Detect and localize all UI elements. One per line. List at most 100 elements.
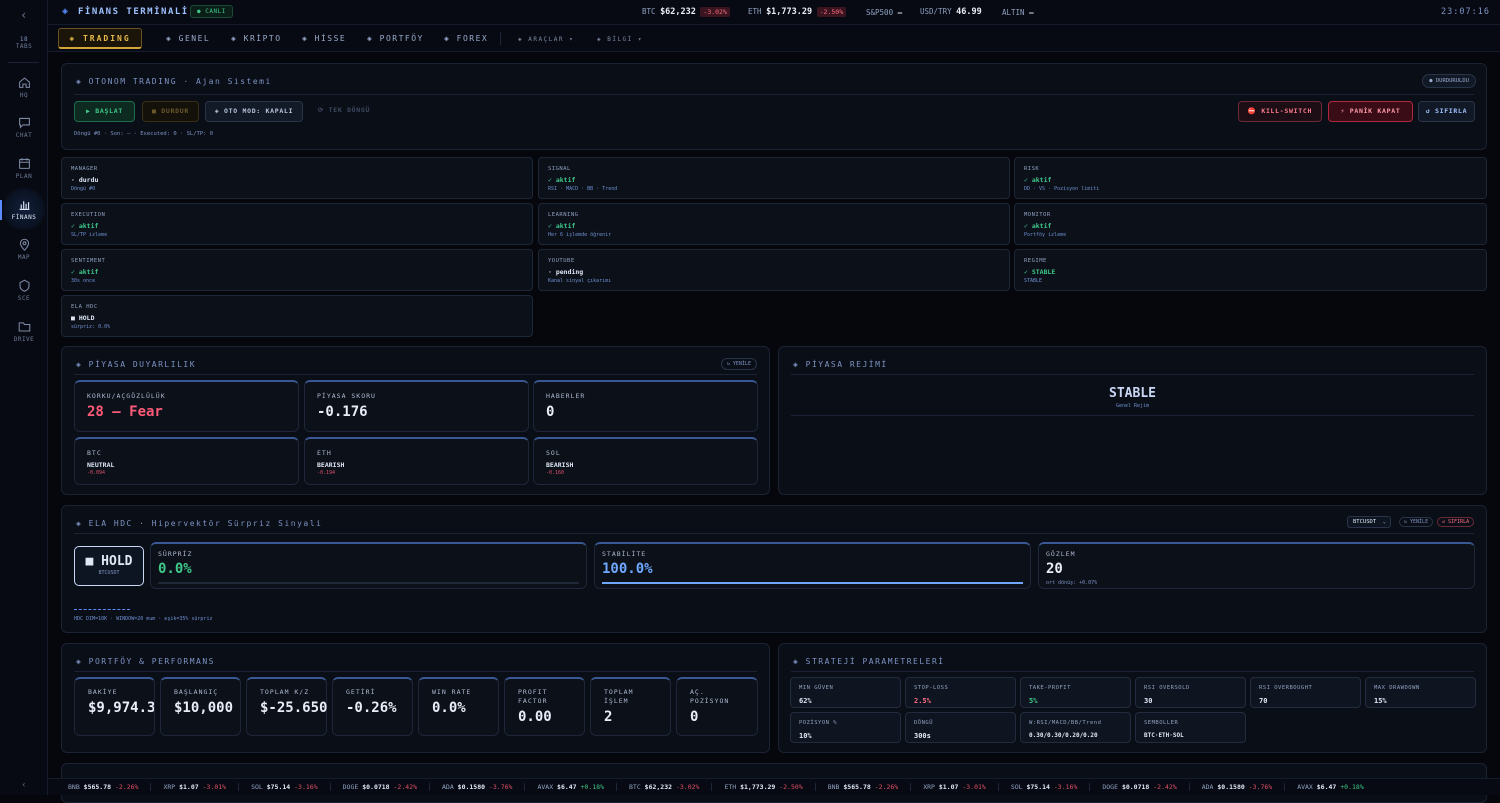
agent-card-regime: REGIME ✓ STABLE STABLE	[1014, 249, 1487, 291]
sidebar-item-label: DRIVE	[13, 336, 35, 343]
panel-title: ◈ PİYASA REJİMİ	[793, 360, 888, 369]
card-value: 0.0%	[158, 561, 192, 577]
kill-switch-button[interactable]: ⛔ KILL-SWITCH	[1238, 101, 1322, 122]
card-label: SÜRPRİZ	[158, 550, 193, 558]
ticker-item: BNB $565.78 -2.26%	[68, 783, 139, 791]
single-cycle-button[interactable]: ⟳ TEK DÖNGÜ	[310, 101, 378, 122]
agent-name: SENTIMENT	[71, 258, 106, 264]
sidebar-item-sce[interactable]: SCE	[0, 279, 48, 302]
ela-reset-button[interactable]: ↺ SIFIRLA	[1437, 517, 1475, 527]
tab-hisse[interactable]: ◈ HİSSE	[302, 34, 346, 43]
tab-kripto[interactable]: ◈ KRİPTO	[231, 34, 282, 43]
agent-status: ✓ aktif	[71, 268, 99, 276]
symbol-select[interactable]: BTCUSDT ⌄	[1347, 516, 1391, 528]
price-ticker: BNB $565.78 -2.26% XRP $1.07 -3.01% SOL $7…	[48, 778, 1500, 795]
sidebar-item-chat[interactable]: CHAT	[0, 116, 48, 139]
coin-score: -0.094	[87, 470, 106, 476]
stability-bar-track	[602, 582, 1023, 584]
card-label: KORKU/AÇGÖZLÜLÜK	[87, 392, 166, 400]
sidebar-item-map[interactable]: MAP	[0, 238, 48, 261]
panel-title: ◈ PORTFÖY & PERFORMANS	[76, 657, 215, 666]
ela-refresh-button[interactable]: ↻ YENİLE	[1399, 517, 1434, 527]
agent-status: ✓ aktif	[1024, 176, 1052, 184]
card-value: 0.0%	[432, 700, 466, 716]
portfolio-card-winrate: WIN RATE 0.0%	[418, 677, 499, 736]
refresh-button[interactable]: ↻ YENİLE	[720, 358, 757, 370]
nav-bar: ◈ TRADING ◈ GENEL ◈ KRİPTO ◈ HİSSE ◈ POR…	[48, 25, 1500, 52]
card-value: 28 — Fear	[87, 404, 163, 420]
dropdown-araclar[interactable]: ◈ ARAÇLAR ▾	[518, 36, 574, 43]
quote-btc: BTC $62,232 -3.02%	[642, 7, 730, 17]
ticker-item: ADA $0.1580 -3.76%	[1201, 783, 1273, 791]
card-value: 2	[604, 709, 613, 725]
surprise-bar	[158, 582, 579, 584]
card-label: GÖZLEM	[1046, 550, 1076, 558]
agent-card-ela-hdc: ELA HDC ■ HOLD sürpriz: 0.0%	[61, 295, 533, 337]
tab-forex[interactable]: ◈ FOREX	[444, 34, 488, 43]
param-position-pct: POZİSYON % 10%	[790, 712, 901, 743]
shield-icon	[19, 279, 29, 292]
map-pin-icon	[19, 238, 29, 251]
sidebar-item-label: FİNANS	[11, 214, 37, 221]
agent-card-risk: RISK ✓ aktif DD · VS · Pozisyon limiti	[1014, 157, 1487, 199]
param-max-drawdown: MAX DRAWDOWN 15%	[1365, 677, 1476, 708]
card-value: 100.0%	[602, 561, 653, 577]
portfolio-card-profit-factor: PROFIT FACTOR 0.00	[504, 677, 585, 736]
market-score-card: PİYASA SKORU -0.176	[304, 380, 529, 432]
card-value: -0.176	[317, 404, 368, 420]
agent-status: ■ HOLD	[71, 314, 95, 322]
sidebar-item-drive[interactable]: DRIVE	[0, 320, 48, 343]
ticker-item: ADA $0.1580 -3.76%	[442, 783, 513, 791]
agent-desc: sürpriz: 0.0%	[71, 324, 111, 330]
sidebar-item-plan[interactable]: PLAN	[0, 157, 48, 180]
panel-title: ◈ OTONOM TRADING · Ajan Sistemi	[76, 77, 272, 86]
coin-state: BEARISH	[546, 461, 574, 469]
agent-name: YOUTUBE	[548, 258, 575, 264]
param-take-profit: TAKE-PROFIT 5%	[1020, 677, 1131, 708]
quote-usdtry: USD/TRY 46.99	[920, 7, 982, 17]
sidebar-item-label: PLAN	[15, 173, 33, 180]
tabs-counter[interactable]: 18 TABS	[0, 36, 48, 50]
agent-desc: RSI · MACD · BB · Trend	[548, 186, 618, 192]
tab-genel[interactable]: ◈ GENEL	[166, 34, 210, 43]
param-symbols: SEMBOLLER BTC·ETH·SOL	[1135, 712, 1246, 743]
ticker-item: XRP $1.07 -3.01%	[163, 783, 227, 791]
param-min-confidence: MIN GÜVEN 62%	[790, 677, 901, 708]
start-button[interactable]: ▶ BAŞLAT	[74, 101, 135, 122]
tabs-label: TABS	[15, 43, 33, 50]
tab-portfoy[interactable]: ◈ PORTFÖY	[367, 34, 424, 43]
regime-value: STABLE	[1109, 386, 1156, 401]
agent-card-learning: LEARNING ✓ aktif Her 6 işlemde öğrenir	[538, 203, 1010, 245]
top-bar: ◈ FİNANS TERMİNALİ ● CANLI BTC $62,232 -…	[48, 0, 1500, 25]
agent-name: ELA HDC	[71, 304, 98, 310]
market-sentiment-panel: ◈ PİYASA DUYARLILIK ↻ YENİLE KORKU/AÇGÖZ…	[61, 346, 770, 495]
sidebar-item-label: HQ	[19, 92, 29, 99]
ticker-item: DOGE $0.0718 -2.42%	[342, 783, 417, 791]
sidebar-item-finans[interactable]: FİNANS	[0, 188, 48, 230]
home-icon	[18, 77, 30, 88]
collapse-button[interactable]: ‹	[0, 780, 48, 789]
tab-trading[interactable]: ◈ TRADING	[58, 28, 142, 49]
sidebar-item-hq[interactable]: HQ	[0, 76, 48, 99]
stability-card: STABİLİTE 100.0%	[594, 542, 1031, 589]
card-value: 0	[546, 404, 555, 420]
dropdown-bilgi[interactable]: ◈ BİLGİ ▾	[597, 36, 643, 43]
ticker-item: SOL $75.14 -3.16%	[1010, 783, 1078, 791]
folder-icon	[18, 322, 30, 332]
panel-title: ◈ STRATEJİ PARAMETRELERİ	[793, 657, 945, 666]
back-button[interactable]: ‹	[0, 8, 48, 22]
status-badge: ● DURDURULDU	[1422, 74, 1476, 88]
stop-button[interactable]: ■ DURDUR	[142, 101, 199, 122]
agent-name: EXECUTION	[71, 212, 106, 218]
panic-close-button[interactable]: ⚡ PANİK KAPAT	[1328, 101, 1413, 122]
ela-hdc-panel: ◈ ELA HDC · Hipervektör Sürpriz Sinyali …	[61, 505, 1487, 633]
agent-status: ✓ aktif	[71, 222, 99, 230]
agent-status: ✓ aktif	[1024, 222, 1052, 230]
surprise-card: SÜRPRİZ 0.0%	[150, 542, 587, 589]
signal-symbol: BTCUSDT	[98, 570, 120, 576]
agent-name: MANAGER	[71, 166, 98, 172]
fear-greed-card: KORKU/AÇGÖZLÜLÜK 28 — Fear	[74, 380, 299, 432]
reset-button[interactable]: ↺ SIFIRLA	[1418, 101, 1475, 122]
auto-mode-button[interactable]: ◈ OTO MOD: KAPALI	[205, 101, 303, 122]
agent-desc: Her 6 işlemde öğrenir	[548, 232, 612, 238]
